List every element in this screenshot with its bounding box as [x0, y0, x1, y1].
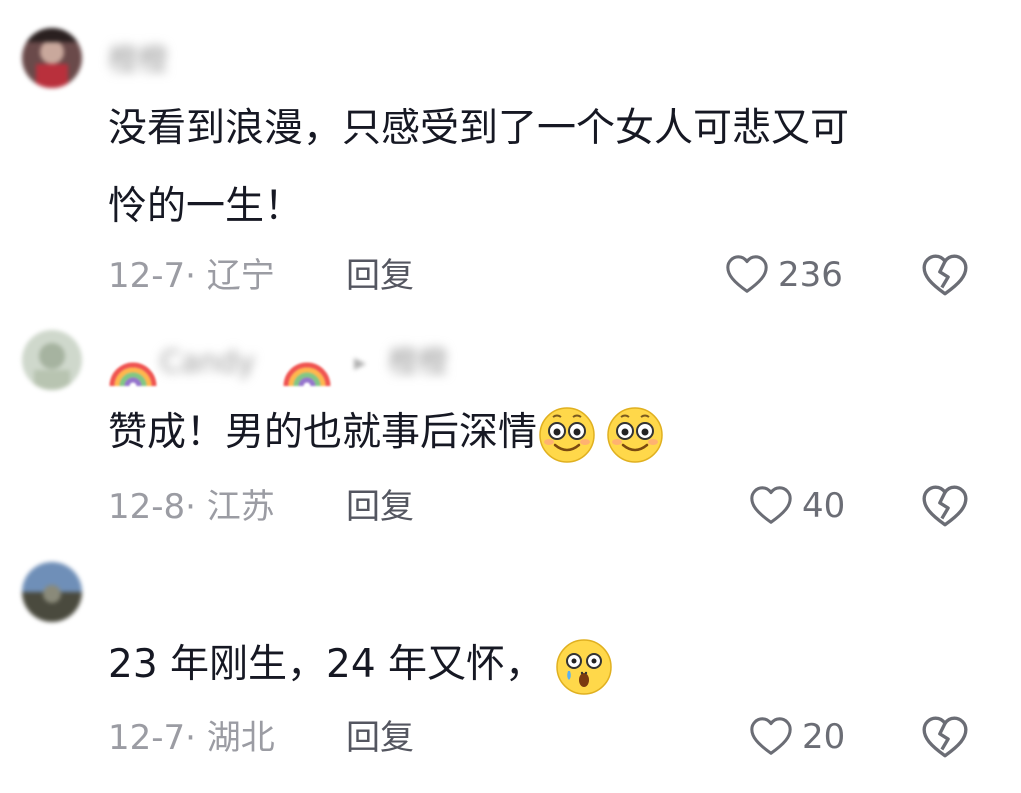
rainbow-icon [109, 362, 157, 387]
comment-date-location: 12-7· 辽宁 [108, 256, 275, 296]
rainbow-icon [283, 362, 331, 387]
user-avatar-icon [22, 562, 82, 622]
broken-heart-icon [922, 254, 968, 296]
smile-emoji-icon [607, 406, 663, 463]
dislike-button[interactable] [920, 713, 970, 763]
broken-heart-icon [922, 716, 968, 758]
avatar[interactable] [22, 330, 82, 390]
comment-text: 23 年刚生，24 年又怀， [108, 632, 614, 698]
avatar[interactable] [22, 28, 82, 88]
comment-text: 赞成！男的也就事后深情 [108, 400, 665, 466]
play-arrow-icon [354, 358, 366, 370]
avatar[interactable] [22, 562, 82, 622]
like-button[interactable]: 20 [748, 713, 845, 761]
heart-icon [750, 717, 792, 755]
broken-heart-icon [922, 485, 968, 527]
like-button[interactable]: 236 [724, 251, 843, 299]
reply-to-username[interactable]: 橙橙 [388, 346, 548, 380]
reply-button[interactable]: 回复 [346, 485, 414, 529]
username[interactable] [108, 578, 268, 612]
reply-button[interactable]: 回复 [346, 254, 414, 298]
dislike-button[interactable] [920, 482, 970, 532]
user-avatar-icon [22, 28, 82, 88]
username[interactable]: 橙橙 [108, 44, 268, 78]
user-avatar-icon [22, 330, 82, 390]
comment-text: 没看到浪漫，只感受到了一个女人可悲又可 [108, 106, 850, 151]
comment-date-location: 12-7· 湖北 [108, 718, 275, 758]
heart-icon [750, 486, 792, 524]
like-button[interactable]: 40 [748, 482, 845, 530]
like-count: 20 [802, 717, 846, 757]
heart-icon [726, 255, 768, 293]
comment-date-location: 12-8· 江苏 [108, 487, 275, 527]
reply-button[interactable]: 回复 [346, 716, 414, 760]
comment-text: 怜的一生！ [108, 184, 304, 229]
smile-emoji-icon [539, 406, 595, 463]
shocked-emoji-icon [556, 638, 612, 695]
dislike-button[interactable] [920, 251, 970, 301]
username[interactable]: Candy [160, 346, 270, 380]
like-count: 40 [802, 486, 846, 526]
like-count: 236 [778, 255, 843, 295]
